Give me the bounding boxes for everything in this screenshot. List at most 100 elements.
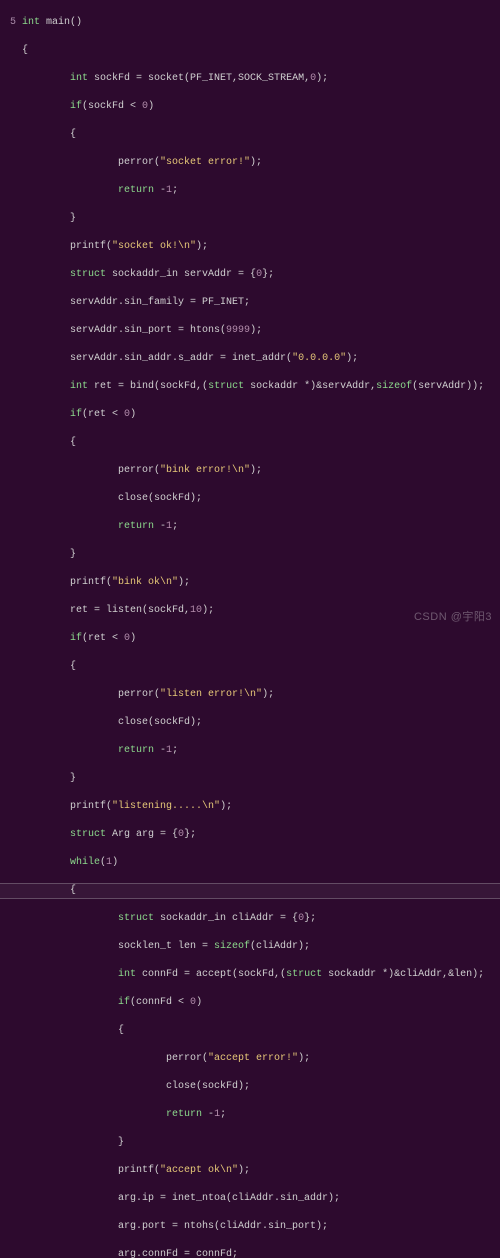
code-token: }; xyxy=(184,829,196,840)
code-token: ; xyxy=(220,1109,226,1120)
code-editor[interactable]: 5 int main() { int sockFd = socket(PF_INE… xyxy=(0,0,500,1258)
code-token: }; xyxy=(304,913,316,924)
code-token: } xyxy=(70,213,76,224)
code-token: ); xyxy=(298,1053,310,1064)
code-token: servAddr.sin_port = htons( xyxy=(70,325,226,336)
code-token: ); xyxy=(250,465,262,476)
code-token: main() xyxy=(40,17,82,28)
code-token: ; xyxy=(172,521,178,532)
code-token: "accept ok\n" xyxy=(160,1165,238,1176)
code-token: close(sockFd); xyxy=(118,717,202,728)
code-token: "socket ok!\n" xyxy=(112,241,196,252)
code-token: arg.connFd = connFd; xyxy=(118,1249,238,1258)
code-token: - xyxy=(154,185,166,196)
code-token: printf( xyxy=(118,1165,160,1176)
code-token: struct xyxy=(118,913,154,924)
code-token: servAddr.sin_family = PF_INET; xyxy=(70,297,250,308)
code-token: - xyxy=(154,521,166,532)
code-token: ); xyxy=(196,241,208,252)
code-token: ); xyxy=(250,325,262,336)
code-token: ret = bind(sockFd,( xyxy=(88,381,208,392)
code-token: (servAddr)); xyxy=(412,381,484,392)
code-token: } xyxy=(70,773,76,784)
code-token: int xyxy=(70,73,88,84)
code-token: } xyxy=(118,1137,124,1148)
code-token: (ret < xyxy=(82,409,124,420)
code-token: return xyxy=(118,745,154,756)
code-token: ; xyxy=(172,185,178,196)
code-token: (ret < xyxy=(82,633,124,644)
code-token: { xyxy=(70,437,76,448)
code-token: perror( xyxy=(166,1053,208,1064)
code-token: { xyxy=(22,45,28,56)
code-token: servAddr.sin_addr.s_addr = inet_addr( xyxy=(70,353,292,364)
code-token: close(sockFd); xyxy=(118,493,202,504)
code-token: socklen_t len = xyxy=(118,941,214,952)
code-token: struct xyxy=(208,381,244,392)
code-token: ) xyxy=(130,409,136,420)
code-token: if xyxy=(70,409,82,420)
code-token: int xyxy=(118,969,136,980)
code-token: struct xyxy=(70,829,106,840)
code-token: close(sockFd); xyxy=(166,1081,250,1092)
code-token: int xyxy=(22,17,40,28)
code-token: "bink error!\n" xyxy=(160,465,250,476)
code-token: "socket error!" xyxy=(160,157,250,168)
code-token: "bink ok\n" xyxy=(112,577,178,588)
code-token: "0.0.0.0" xyxy=(292,353,346,364)
watermark-text: CSDN @宇阳3 xyxy=(414,610,492,625)
code-token: struct xyxy=(286,969,322,980)
code-token: "accept error!" xyxy=(208,1053,298,1064)
code-token: perror( xyxy=(118,465,160,476)
code-token: return xyxy=(118,521,154,532)
code-token: if xyxy=(70,633,82,644)
code-token: ); xyxy=(178,577,190,588)
code-token: }; xyxy=(262,269,274,280)
code-token: - xyxy=(154,745,166,756)
code-token: sizeof xyxy=(214,941,250,952)
code-token: (sockFd < xyxy=(82,101,142,112)
code-token: sockFd = socket(PF_INET,SOCK_STREAM, xyxy=(88,73,310,84)
code-token: - xyxy=(202,1109,214,1120)
cursor-line: { xyxy=(0,884,500,898)
code-token: return xyxy=(166,1109,202,1120)
code-token: printf( xyxy=(70,241,112,252)
code-token: (cliAddr); xyxy=(250,941,310,952)
code-token: (connFd < xyxy=(130,997,190,1008)
code-token: 10 xyxy=(190,605,202,616)
code-token: } xyxy=(70,549,76,560)
code-token: sockaddr *)&servAddr, xyxy=(244,381,376,392)
code-token: { xyxy=(70,885,76,896)
code-token: Arg arg = { xyxy=(106,829,178,840)
code-token: perror( xyxy=(118,157,160,168)
code-token: ); xyxy=(316,73,328,84)
code-token: perror( xyxy=(118,689,160,700)
code-token: ) xyxy=(130,633,136,644)
code-token: sizeof xyxy=(376,381,412,392)
code-token: sockaddr_in servAddr = { xyxy=(106,269,256,280)
code-token: ); xyxy=(220,801,232,812)
code-token: ); xyxy=(262,689,274,700)
line-number: 5 xyxy=(4,16,16,30)
code-token: struct xyxy=(70,269,106,280)
code-token: if xyxy=(70,101,82,112)
code-token: ) xyxy=(196,997,202,1008)
code-token: ; xyxy=(172,745,178,756)
code-token: ); xyxy=(250,157,262,168)
code-token: printf( xyxy=(70,577,112,588)
code-token: { xyxy=(70,129,76,140)
code-token: ) xyxy=(148,101,154,112)
code-token: printf( xyxy=(70,801,112,812)
code-token: "listen error!\n" xyxy=(160,689,262,700)
code-token: ); xyxy=(346,353,358,364)
code-token: 9999 xyxy=(226,325,250,336)
code-token: { xyxy=(70,661,76,672)
code-token: ) xyxy=(112,857,118,868)
code-token: { xyxy=(118,1025,124,1036)
code-token: if xyxy=(118,997,130,1008)
code-token: ret = listen(sockFd, xyxy=(70,605,190,616)
code-token: int xyxy=(70,381,88,392)
code-token: while xyxy=(70,857,100,868)
code-token: connFd = accept(sockFd,( xyxy=(136,969,286,980)
code-token: ); xyxy=(238,1165,250,1176)
